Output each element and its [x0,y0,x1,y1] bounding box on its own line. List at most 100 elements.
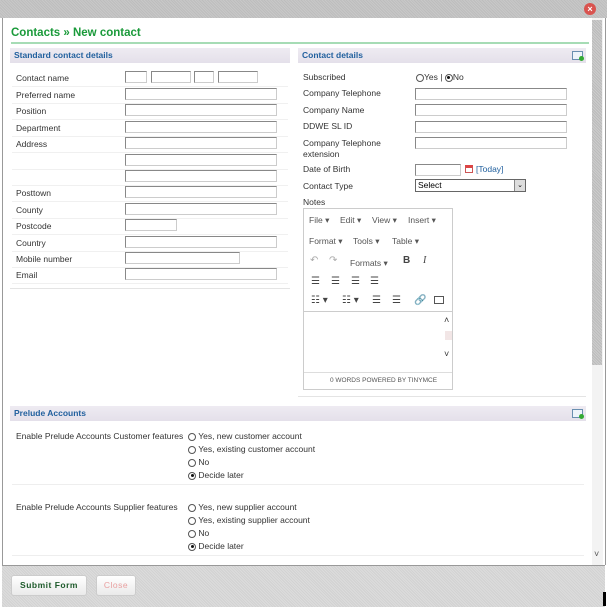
radio-button[interactable] [188,529,196,538]
today-link[interactable]: [Today] [476,164,503,174]
customer-option[interactable]: Yes, existing customer account [188,444,315,454]
country-input[interactable] [125,236,277,248]
align-center-icon[interactable]: ☰ [331,276,340,287]
scrollbar-thumb[interactable] [592,20,602,365]
italic-icon[interactable]: I [423,255,426,266]
subscribed-label: Subscribed [303,72,346,82]
editor-statusbar: 0 WORDS POWERED BY TINYMCE [330,377,438,384]
customer-option[interactable]: No [188,457,209,467]
supplier-option[interactable]: Yes, existing supplier account [188,515,310,525]
radio-button[interactable] [188,516,196,525]
company-telephone-extension-input[interactable] [415,137,567,149]
email-input[interactable] [125,268,277,280]
company-telephone-label: Company Telephone [303,88,381,98]
align-left-icon[interactable]: ☰ [311,276,320,287]
outdent-icon[interactable]: ☰ [372,295,381,306]
address-line-input[interactable] [125,154,277,166]
county-label: County [16,205,43,215]
dob-input[interactable] [415,164,461,176]
address-label: Address [16,139,48,149]
option-label: Decide later [198,541,244,551]
close-icon[interactable]: × [584,3,596,15]
posttown-input[interactable] [125,186,277,198]
close-button[interactable]: Close [96,575,136,596]
contact-name-part-1-input[interactable] [125,71,147,83]
supplier-option[interactable]: Decide later [188,541,244,551]
subscribed-no-radio[interactable] [444,73,453,82]
section-settings-icon[interactable] [572,409,584,419]
scroll-down-icon[interactable]: ˅ [444,349,449,359]
menu-edit[interactable]: Edit ▾ [340,215,361,226]
ddwe-input[interactable] [415,121,567,133]
menu-table[interactable]: Table ▾ [392,236,419,247]
email-label: Email [16,270,38,280]
menu-insert[interactable]: Insert ▾ [408,215,436,226]
menu-format[interactable]: Format ▾ [309,236,343,247]
supplier-option[interactable]: Yes, new supplier account [188,502,297,512]
image-icon[interactable] [434,296,444,304]
row-divider [12,152,288,153]
formats-dropdown[interactable]: Formats ▾ [350,258,388,269]
page-title: Contacts » New contact [11,27,141,39]
mobile-label: Mobile number [16,254,73,264]
standard-section-header: Standard contact details [10,48,290,63]
row-divider [12,283,288,284]
justify-icon[interactable]: ☰ [370,276,379,287]
postcode-label: Postcode [16,221,52,231]
company-name-input[interactable] [415,104,567,116]
subscribed-yes-radio[interactable] [416,73,424,82]
postcode-input[interactable] [125,219,177,231]
customer-option[interactable]: Decide later [188,470,244,480]
link-icon[interactable]: 🔗 [414,295,426,306]
company-name-label: Company Name [303,105,365,115]
menu-view[interactable]: View ▾ [372,215,397,226]
editor-scroll-thumb[interactable] [445,331,452,340]
option-label: No [198,528,210,538]
yes-label: Yes [424,72,438,82]
scroll-down-arrow-icon[interactable]: ˅ [594,549,599,559]
contact-name-label: Contact name [16,73,69,83]
contact-name-part-4-input[interactable] [218,71,258,83]
radio-button[interactable] [188,471,196,480]
redo-icon[interactable]: ↷ [329,255,337,266]
radio-button[interactable] [188,542,196,551]
menu-tools[interactable]: Tools ▾ [353,236,379,247]
radio-button[interactable] [188,432,196,441]
position-input[interactable] [125,104,277,116]
dialog-footer [2,565,605,607]
contact-section-header: Contact details [298,48,586,63]
contact-type-select[interactable]: Select ⌄ [415,179,526,192]
contact-type-label: Contact Type [303,181,353,191]
numbered-list-icon[interactable]: ☷ ▾ [342,295,359,306]
radio-button[interactable] [188,458,196,467]
scroll-up-icon[interactable]: ˄ [444,315,449,325]
submit-form-button[interactable]: Submit Form [11,575,87,596]
notes-textarea[interactable] [304,311,452,373]
customer-option[interactable]: Yes, new customer account [188,431,302,441]
address-line-input[interactable] [125,170,277,182]
bold-icon[interactable]: B [403,255,410,266]
align-right-icon[interactable]: ☰ [351,276,360,287]
divider [10,288,290,289]
county-input[interactable] [125,203,277,215]
mobile-input[interactable] [125,252,240,264]
contact-name-part-2-input[interactable] [151,71,191,83]
undo-icon[interactable]: ↶ [310,255,318,266]
radio-button[interactable] [188,503,196,512]
company-telephone-input[interactable] [415,88,567,100]
supplier-option[interactable]: No [188,528,209,538]
option-label: Yes, existing customer account [198,444,316,454]
radio-button[interactable] [188,445,196,454]
contact-name-part-3-input[interactable] [194,71,214,83]
ext-label-1: Company Telephone [303,138,381,148]
menu-file[interactable]: File ▾ [309,215,329,226]
department-input[interactable] [125,121,277,133]
preferred-name-input[interactable] [125,88,277,100]
section-settings-icon[interactable] [572,51,584,61]
indent-icon[interactable]: ☰ [392,295,401,306]
calendar-icon[interactable] [465,165,473,173]
option-label: No [198,457,210,467]
bullet-list-icon[interactable]: ☷ ▾ [311,295,328,306]
address-input[interactable] [125,137,277,149]
position-label: Position [16,106,47,116]
